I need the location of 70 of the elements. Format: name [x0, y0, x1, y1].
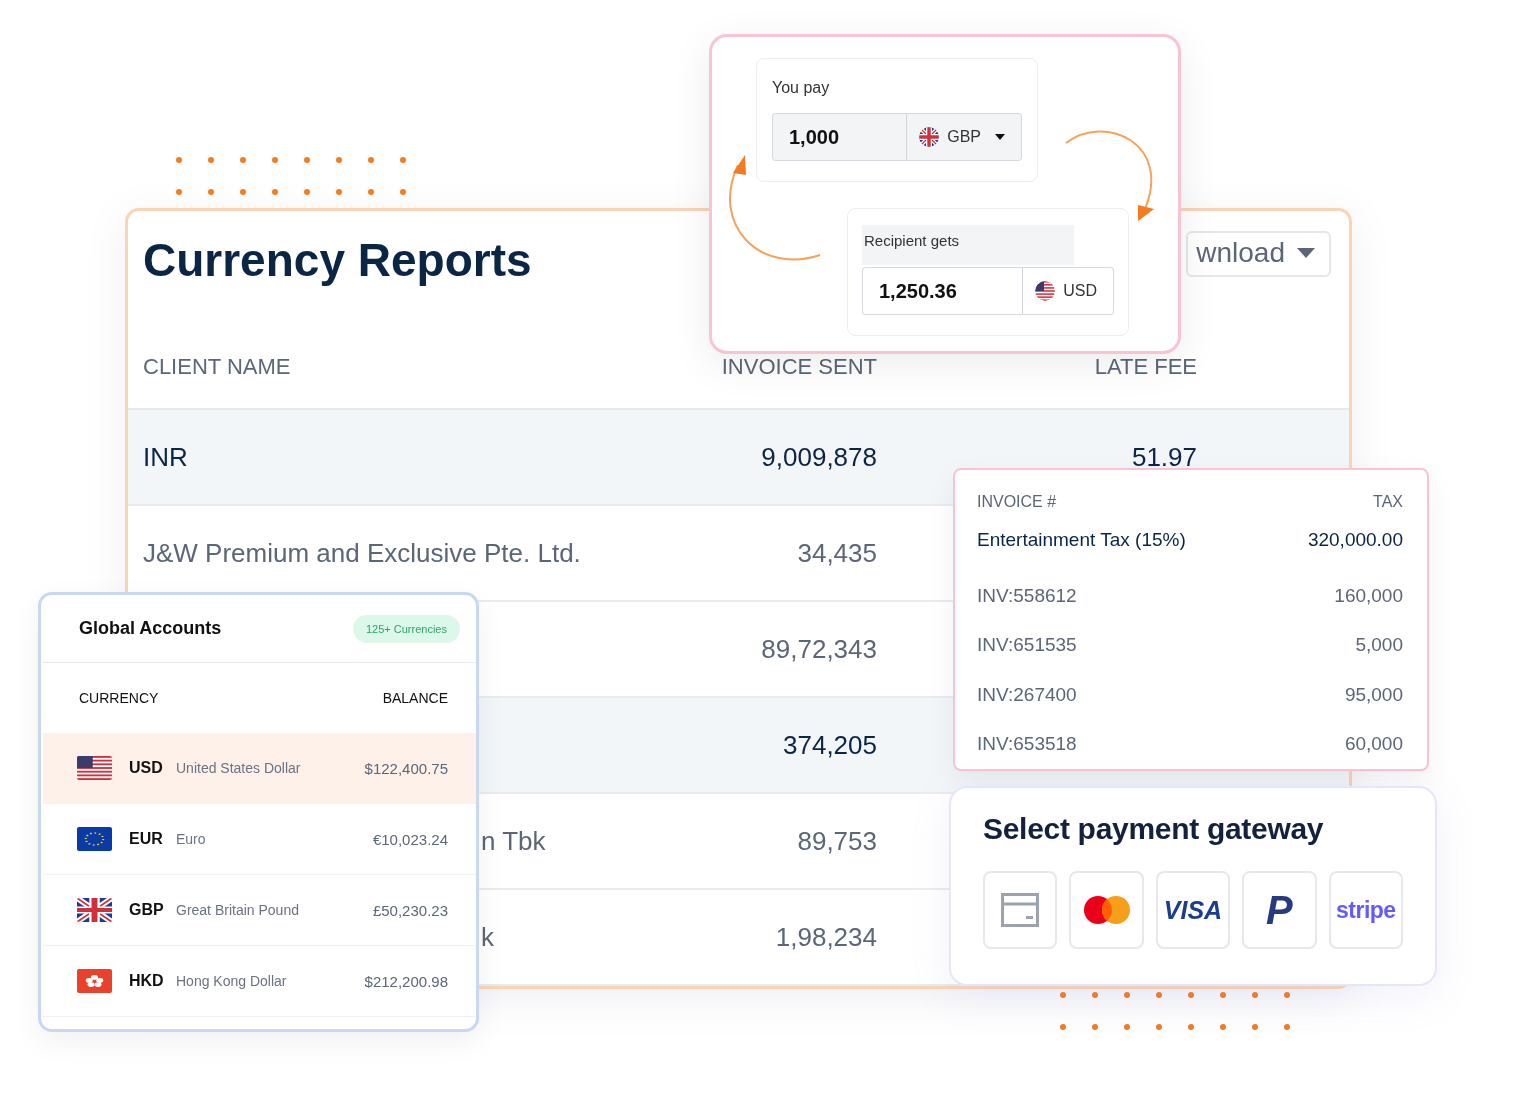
flag-icon	[77, 898, 112, 922]
table-cell: Entertainment Tax (15%)	[977, 529, 1186, 551]
overlapping-circles-icon	[1083, 896, 1130, 924]
currency-selector[interactable]: USD	[1022, 267, 1114, 315]
caret-icon	[995, 134, 1005, 140]
table-cell: 374,205	[783, 729, 877, 760]
currency-row[interactable]: GBP Great Britain Pound £50,230.23	[43, 875, 476, 946]
table-cell: INV:267400	[977, 683, 1077, 706]
download-button[interactable]: wnload	[1186, 231, 1331, 277]
table-cell: 320,000.00	[1307, 529, 1403, 551]
table-cell: 89,72,343	[761, 633, 877, 664]
balance-amount: £50,230.23	[372, 901, 448, 919]
currency-row[interactable]: HKD Hong Kong Dollar $212,200.98	[43, 946, 476, 1017]
field-label: Recipient gets	[862, 225, 1074, 265]
table-cell: 9,009,878	[761, 441, 877, 472]
card-title: Select payment gateway	[983, 812, 1325, 846]
gateway-option[interactable]: P	[1242, 871, 1317, 949]
gateway-option[interactable]	[983, 871, 1058, 949]
flag-icon	[919, 127, 940, 147]
currency-name: Hong Kong Dollar	[176, 973, 288, 989]
currency-row[interactable]: EUR Euro €10,023.24	[43, 804, 476, 875]
amount-field[interactable]: 1,000	[772, 113, 907, 161]
column-header: TAX	[1373, 493, 1403, 511]
table-cell: INV:558612	[977, 584, 1077, 607]
table-cell: 95,000	[1344, 683, 1403, 706]
currency-code: EUR	[129, 830, 164, 848]
table-cell: 51.97	[1131, 441, 1197, 472]
currency-row[interactable]: USD United States Dollar $122,400.75	[43, 733, 476, 804]
table-cell: J&W Premium and Exclusive Pte. Ltd.	[143, 537, 581, 568]
currency-code: USD	[129, 759, 164, 777]
report-title: Currency Reports	[143, 233, 532, 287]
currency-code: GBP	[129, 901, 165, 919]
column-header: CURRENCY	[79, 690, 159, 706]
column-header: INVOICE SENT	[720, 354, 877, 380]
gateway-option[interactable]: VISA	[1155, 871, 1231, 949]
card-icon	[1001, 893, 1040, 927]
currency-dropdown[interactable]: GBP	[906, 113, 1022, 161]
balance-amount: €10,023.24	[372, 830, 448, 848]
table-cell: 5,000	[1355, 634, 1403, 657]
table-cell: INR	[143, 441, 188, 472]
currency-count-badge: 125+ Currencies	[352, 614, 460, 643]
table-cell: INV:653518	[977, 733, 1077, 756]
currency-name: Great Britain Pound	[176, 902, 300, 918]
column-header: INVOICE #	[977, 493, 1057, 511]
gateway-option[interactable]: stripe	[1328, 871, 1404, 949]
balance-amount: $212,200.98	[364, 972, 448, 990]
table-cell: k	[481, 921, 494, 952]
currency-name: Euro	[176, 831, 207, 847]
table-cell: n Tbk	[481, 825, 546, 856]
balance-amount: $122,400.75	[364, 759, 448, 777]
card-title: Global Accounts	[79, 618, 222, 639]
flag-icon	[77, 969, 112, 993]
currency-code: HKD	[129, 972, 165, 990]
table-cell: 1,98,234	[775, 921, 877, 952]
caret-icon	[1297, 248, 1315, 258]
flag-icon	[77, 827, 112, 851]
table-cell: 34,435	[797, 537, 877, 568]
field-label: You pay	[772, 79, 831, 97]
table-cell: 89,753	[797, 825, 877, 856]
amount-field[interactable]: 1,250.36	[862, 267, 1023, 315]
table-cell: 60,000	[1344, 733, 1403, 756]
currency-name: United States Dollar	[176, 760, 302, 776]
table-cell: 160,000	[1334, 584, 1403, 607]
table-cell: INV:651535	[977, 634, 1077, 657]
flag-icon	[1035, 281, 1056, 301]
column-header: LATE FEE	[1093, 354, 1197, 380]
flag-icon	[77, 756, 112, 780]
gateway-option[interactable]	[1069, 871, 1144, 949]
column-header: CLIENT NAME	[143, 354, 292, 380]
column-header: BALANCE	[382, 690, 448, 706]
